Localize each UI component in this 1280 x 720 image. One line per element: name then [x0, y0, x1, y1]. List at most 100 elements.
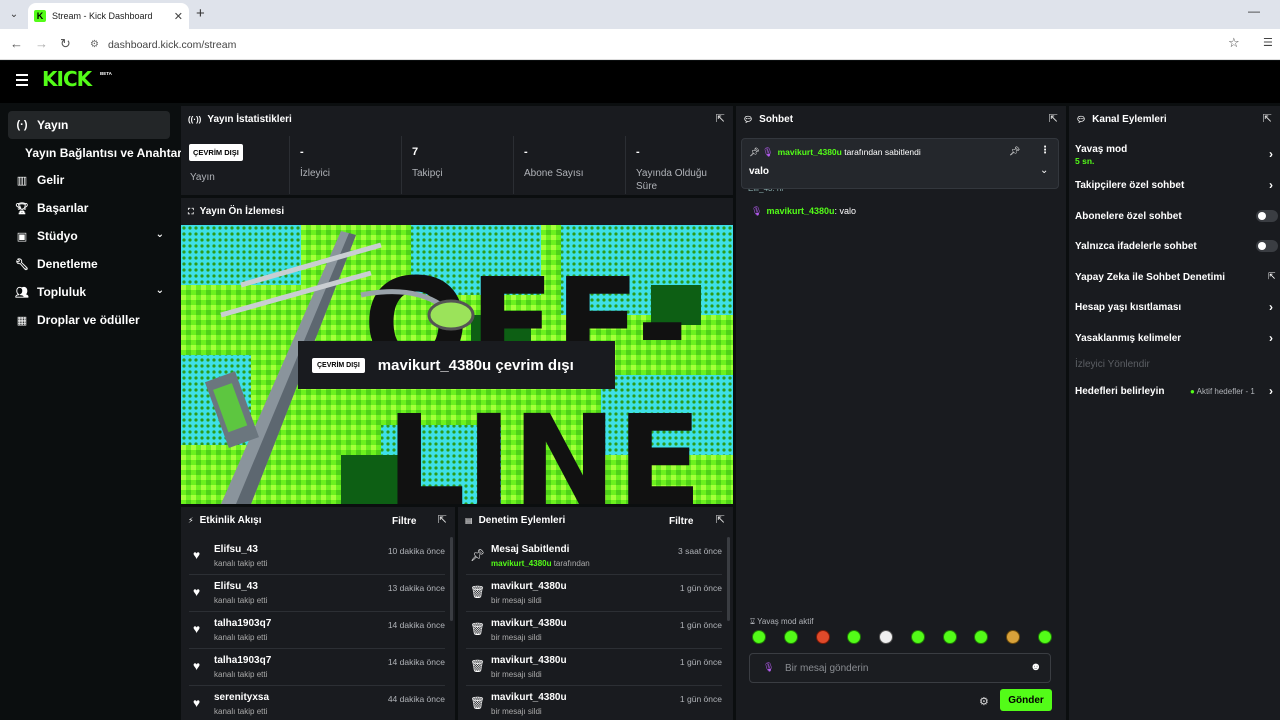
- pinned-message[interactable]: 📌︎ 🎙︎ mavikurt_4380u tarafından sabitlend…: [741, 138, 1059, 189]
- wrench-icon: 🔧︎: [15, 258, 29, 271]
- sidebar-item-community[interactable]: 👥︎ Topluluk ⌄: [8, 278, 170, 306]
- emote-icon[interactable]: [752, 630, 766, 644]
- url-text: dashboard.kick.com/stream: [107, 38, 237, 51]
- popout-icon[interactable]: ⇱: [1049, 112, 1058, 125]
- trash-icon: 🗑︎: [470, 585, 486, 599]
- tab-search-chevron-icon[interactable]: ⌄: [5, 6, 23, 23]
- slow-mode-setting[interactable]: Yavaş mod: [1075, 144, 1127, 155]
- app-header: KICK BETA: [0, 61, 1280, 103]
- chevron-right-icon[interactable]: ›: [1269, 384, 1273, 398]
- chat-settings-gear-icon[interactable]: ⚙: [979, 695, 989, 708]
- forward-icon[interactable]: →: [35, 36, 48, 51]
- list-item: 🗑︎ mavikurt_4380u bir mesajı sildi 1 gün…: [466, 575, 722, 612]
- sidebar-item-studio[interactable]: ▣ Stüdyo ⌄: [8, 222, 170, 250]
- unpin-icon[interactable]: 📌︎: [1009, 146, 1020, 157]
- studio-icon: ▣: [16, 230, 28, 243]
- scrollbar[interactable]: [727, 537, 730, 621]
- popout-icon[interactable]: ⇱: [1263, 112, 1272, 125]
- chat-bubble-icon: 💬︎: [743, 115, 754, 124]
- chat-settings-icon: 💬︎: [1076, 115, 1087, 124]
- filter-button[interactable]: Filtre: [669, 516, 693, 527]
- back-icon[interactable]: ←: [10, 36, 23, 51]
- browser-menu-icon[interactable]: ☰: [1263, 36, 1273, 49]
- sidebar: (·) Yayın Yayın Bağlantısı ve Anahtarı ▥…: [0, 103, 185, 720]
- emote-icon[interactable]: [847, 630, 862, 644]
- browser-tab-bar: ⌄ K Stream - Kick Dashboard ✕ + —: [0, 0, 1280, 29]
- followers-only-setting[interactable]: Takipçilere özel sohbet: [1075, 180, 1184, 191]
- emote-icon[interactable]: [942, 630, 957, 644]
- panel-title: 💬︎ Kanal Eylemleri: [1076, 114, 1167, 125]
- chevron-right-icon[interactable]: ›: [1269, 178, 1273, 192]
- slow-mode-value: 5 sn.: [1075, 156, 1095, 166]
- chevron-right-icon[interactable]: ›: [1269, 300, 1273, 314]
- chat-message-input[interactable]: 🎙︎ Bir mesaj gönderin ☻: [749, 653, 1051, 683]
- sidebar-item-label: Gelir: [37, 173, 65, 187]
- users-icon: 👥︎: [15, 286, 29, 299]
- reload-icon[interactable]: ↻: [60, 36, 71, 52]
- chevron-right-icon[interactable]: ›: [1269, 331, 1273, 345]
- emoji-icon[interactable]: ☻: [1030, 661, 1042, 673]
- emote-icon[interactable]: [974, 630, 989, 644]
- url-field[interactable]: ⚙ dashboard.kick.com/stream: [84, 33, 1254, 56]
- sidebar-item-achievements[interactable]: 🏆︎ Başarılar: [8, 194, 170, 222]
- uptime-label: Süre: [636, 181, 658, 192]
- sidebar-item-moderation[interactable]: 🔧︎ Denetleme: [8, 250, 170, 278]
- list-item: ♥ Elifsu_43 kanalı takip etti 10 dakika …: [189, 538, 445, 575]
- sidebar-item-label: Başarılar: [37, 201, 89, 215]
- tab-close-icon[interactable]: ✕: [174, 10, 183, 23]
- viewers-value: -: [300, 146, 304, 158]
- divider: [625, 136, 626, 194]
- list-item: 🗑︎ mavikurt_4380u bir mesajı sildi 1 gün…: [470, 692, 722, 716]
- emote-icon[interactable]: [910, 630, 925, 644]
- popout-icon[interactable]: ⇱: [716, 112, 725, 125]
- pinned-message-text: valo: [749, 166, 770, 177]
- sidebar-item-stream-key[interactable]: Yayın Bağlantısı ve Anahtarı: [25, 146, 185, 160]
- chat-panel: 💬︎ Sohbet ⇱: [736, 106, 1066, 720]
- uptime-value: -: [636, 146, 640, 158]
- sidebar-item-revenue[interactable]: ▥ Gelir: [8, 166, 170, 194]
- popout-icon[interactable]: ⇱: [716, 513, 725, 526]
- emotes-only-toggle[interactable]: [1256, 240, 1278, 252]
- offline-art-text: LINE: [386, 389, 702, 504]
- emote-icon[interactable]: [783, 630, 798, 644]
- drops-icon: ▦: [16, 314, 28, 327]
- subscribers-only-toggle[interactable]: [1256, 210, 1278, 222]
- popout-icon[interactable]: ⇱: [438, 513, 447, 526]
- scrollbar[interactable]: [450, 537, 453, 621]
- bookmark-star-icon[interactable]: ☆: [1228, 35, 1240, 51]
- filter-button[interactable]: Filtre: [392, 516, 416, 527]
- chevron-down-icon[interactable]: ⌄: [1040, 165, 1048, 176]
- send-button[interactable]: Gönder: [1000, 689, 1052, 711]
- list-item: ♥ talha1903q7 kanalı takip etti 14 dakik…: [189, 649, 445, 686]
- mic-icon: 🎙︎: [762, 147, 774, 157]
- more-options-icon[interactable]: ⋮: [1040, 145, 1050, 156]
- list-item: 📌︎ Mesaj Sabitlendi mavikurt_4380u taraf…: [466, 538, 722, 575]
- chevron-down-icon: ⌄: [155, 229, 164, 240]
- emote-icon[interactable]: [815, 630, 830, 644]
- sidebar-item-drops[interactable]: ▦ Droplar ve ödüller: [8, 306, 170, 334]
- banned-words-setting[interactable]: Yasaklanmış kelimeler: [1075, 333, 1181, 344]
- list-item: 🗑︎ mavikurt_4380u bir mesajı sildi 1 gün…: [466, 649, 722, 686]
- trash-icon: 🗑︎: [470, 659, 486, 673]
- chevron-down-icon: ⌄: [155, 285, 164, 296]
- external-link-icon[interactable]: ⇱: [1268, 271, 1276, 282]
- sidebar-item-label: Droplar ve ödüller: [37, 313, 140, 327]
- heart-icon: ♥: [193, 622, 201, 636]
- emote-icon[interactable]: [879, 630, 894, 644]
- uptime-label: Yayında Olduğu: [636, 168, 707, 179]
- ai-moderation-setting[interactable]: Yapay Zeka ile Sohbet Denetimi: [1075, 272, 1225, 283]
- subscribers-label: Abone Sayısı: [524, 168, 584, 179]
- new-tab-icon[interactable]: +: [196, 5, 205, 22]
- kick-logo[interactable]: KICK: [42, 67, 92, 91]
- emote-icon[interactable]: [1006, 630, 1021, 644]
- chevron-right-icon[interactable]: ›: [1269, 147, 1273, 161]
- window-minimize-icon[interactable]: —: [1248, 4, 1260, 18]
- goals-setting[interactable]: Hedefleri belirleyin: [1075, 386, 1164, 397]
- emote-bar: [752, 630, 1052, 648]
- sidebar-item-stream[interactable]: (·) Yayın: [8, 111, 170, 139]
- site-info-icon[interactable]: ⚙: [90, 39, 99, 50]
- account-age-setting[interactable]: Hesap yaşı kısıtlaması: [1075, 302, 1181, 313]
- browser-tab[interactable]: K Stream - Kick Dashboard ✕: [28, 3, 189, 29]
- hamburger-menu-icon[interactable]: [16, 74, 28, 86]
- emote-icon[interactable]: [1037, 630, 1052, 644]
